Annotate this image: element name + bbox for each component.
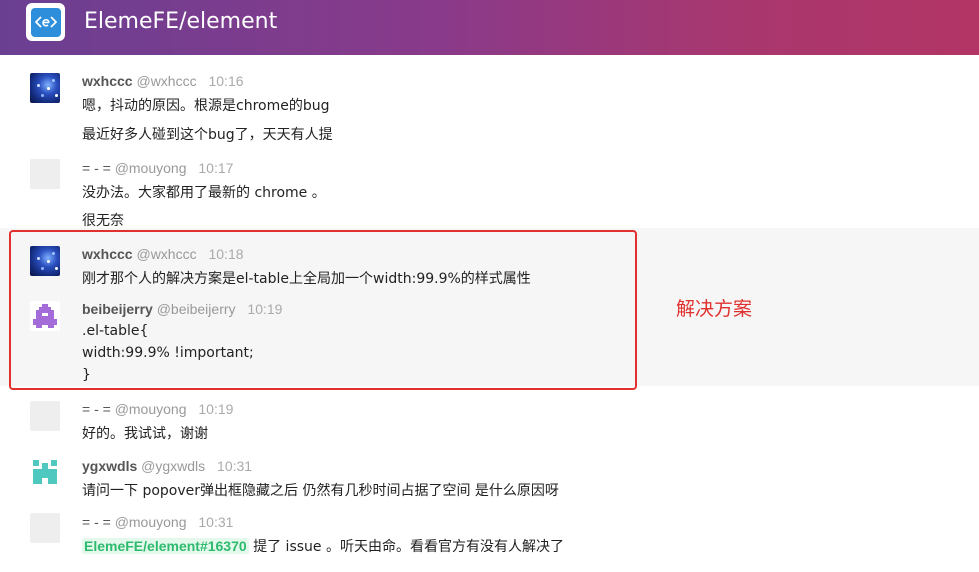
room-header: ElemeFE/element <box>0 0 979 55</box>
message-time: 10:16 <box>208 73 244 89</box>
avatar[interactable] <box>30 73 60 103</box>
room-logo[interactable] <box>26 3 65 41</box>
avatar[interactable] <box>30 401 60 431</box>
message-text: 请问一下 popover弹出框隐藏之后 仍然有几秒时间占据了空间 是什么原因呀 <box>82 483 559 499</box>
avatar[interactable] <box>30 457 60 487</box>
message-text: 好的。我试试，谢谢 <box>82 426 208 442</box>
avatar[interactable] <box>30 159 60 189</box>
issue-link[interactable]: ElemeFE/element#16370 <box>82 538 249 554</box>
message-text: 嗯，抖动的原因。根源是chrome的bug <box>82 98 330 114</box>
message-time: 10:17 <box>198 160 234 176</box>
message-text: 很无奈 <box>82 213 124 229</box>
message-text: 没办法。大家都用了最新的 chrome 。 <box>82 185 326 201</box>
annotation-label: 解决方案 <box>676 298 753 320</box>
room-title: ElemeFE/element <box>84 9 278 34</box>
message-time: 10:31 <box>217 458 253 474</box>
message-text: 最近好多人碰到这个bug了，天天有人提 <box>82 127 333 143</box>
pixel-avatar-icon <box>33 460 57 484</box>
user-name[interactable]: = - = <box>82 401 111 417</box>
user-name[interactable]: = - = <box>82 160 111 176</box>
message-text: ElemeFE/element#16370 提了 issue 。听天由命。看看官… <box>82 536 564 556</box>
message-meta: = - = @mouyong 10:17 <box>82 160 233 176</box>
message-meta: ygxwdls @ygxwdls 10:31 <box>82 458 252 474</box>
user-name[interactable]: = - = <box>82 514 111 530</box>
user-handle: @mouyong <box>114 401 187 417</box>
user-name[interactable]: ygxwdls <box>82 458 137 474</box>
user-handle: @mouyong <box>114 514 187 530</box>
message-meta: = - = @mouyong 10:31 <box>82 514 233 530</box>
message-text-after-link: 提了 issue 。听天由命。看看官方有没有人解决了 <box>248 539 564 555</box>
message-meta: = - = @mouyong 10:19 <box>82 401 233 417</box>
user-name[interactable]: wxhccc <box>82 73 133 89</box>
message-time: 10:19 <box>198 401 234 417</box>
user-handle: @ygxwdls <box>141 458 206 474</box>
message-time: 10:31 <box>198 514 234 530</box>
highlight-box <box>9 230 637 390</box>
user-handle: @mouyong <box>114 160 187 176</box>
element-logo-icon <box>30 7 61 37</box>
avatar[interactable] <box>30 513 60 543</box>
message-meta: wxhccc @wxhccc 10:16 <box>82 73 244 89</box>
user-handle: @wxhccc <box>136 73 197 89</box>
